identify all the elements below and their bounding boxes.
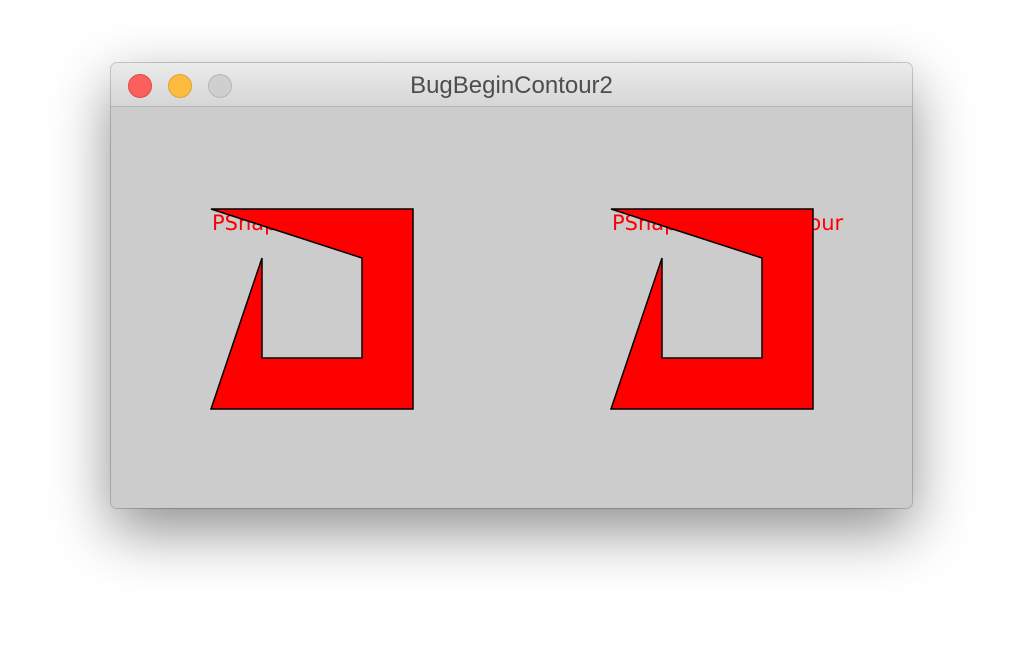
pshape-with-contour [209, 208, 414, 410]
window-title: BugBeginContour2 [410, 72, 613, 99]
pshape-without-contour [609, 208, 814, 410]
contour-shape-path [209, 208, 414, 410]
title-bar[interactable]: BugBeginContour2 [111, 63, 912, 107]
sketch-canvas: PShape w contour PShape w/out contour [111, 107, 912, 508]
app-window: BugBeginContour2 PShape w contour PShape… [111, 63, 912, 508]
desktop: BugBeginContour2 PShape w contour PShape… [0, 0, 1024, 668]
no-contour-shape-path [609, 208, 814, 410]
